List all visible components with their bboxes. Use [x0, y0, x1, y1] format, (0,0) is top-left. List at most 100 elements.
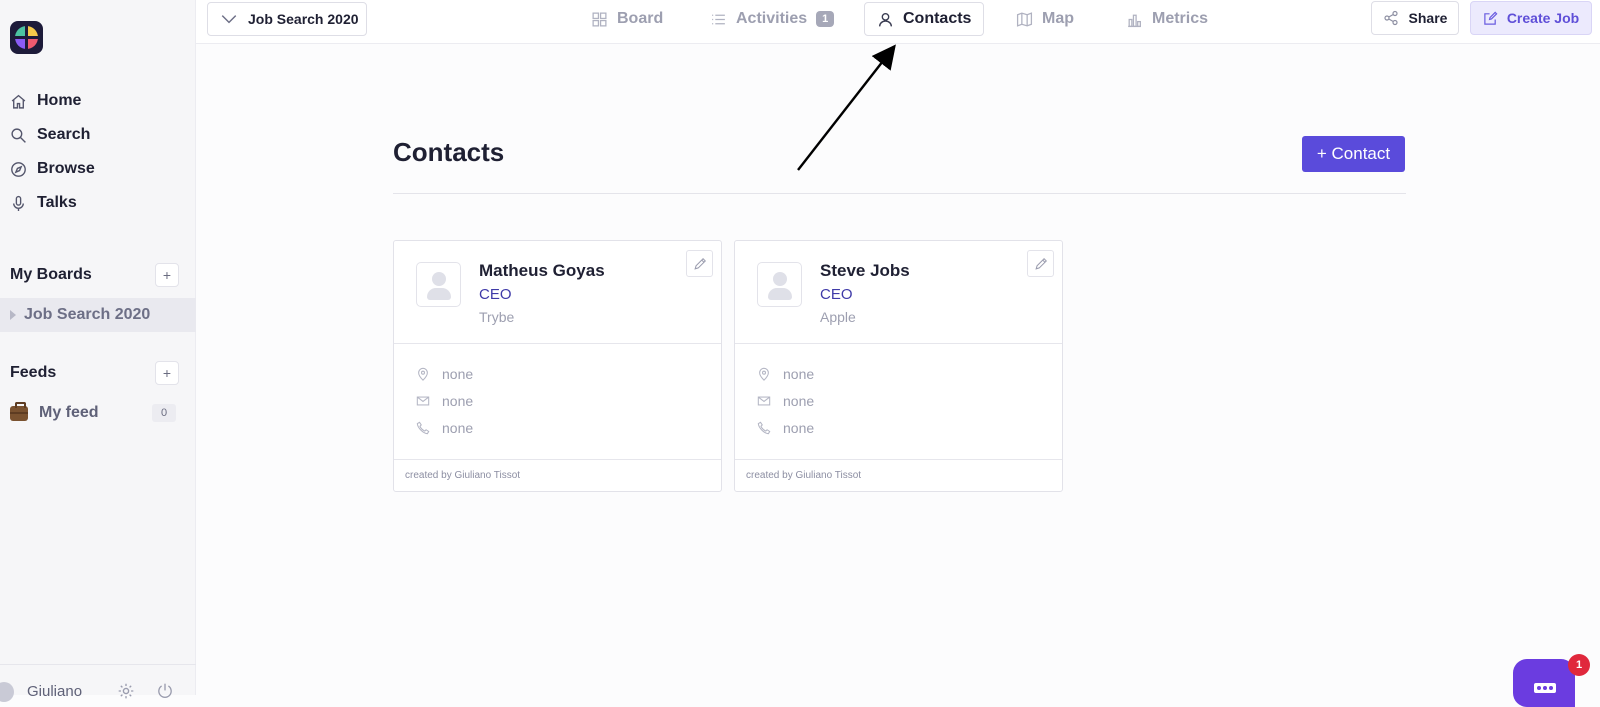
contact-phone-row: none — [757, 420, 814, 436]
contact-role: CEO — [479, 286, 512, 303]
nav-browse-label: Browse — [37, 160, 95, 177]
share-button[interactable]: Share — [1371, 1, 1459, 35]
user-name[interactable]: Giuliano — [27, 683, 82, 700]
microphone-icon — [13, 195, 24, 211]
page-title: Contacts — [393, 137, 505, 167]
feed-label: My feed — [39, 404, 99, 421]
phone-icon — [757, 421, 771, 435]
search-icon — [11, 127, 26, 143]
chat-notification-badge: 1 — [1568, 654, 1590, 676]
contact-email: none — [442, 393, 474, 409]
share-label: Share — [1408, 10, 1448, 26]
mail-icon — [757, 396, 771, 406]
tab-activities-label: Activities — [736, 10, 808, 27]
tab-map-label: Map — [1042, 10, 1074, 27]
contact-avatar — [757, 262, 802, 307]
caret-right-icon — [10, 310, 16, 320]
tab-contacts-label: Contacts — [903, 10, 972, 27]
edit-contact-button[interactable] — [1027, 250, 1054, 277]
contact-card-header: Steve Jobs CEO Apple — [735, 241, 1062, 344]
contact-card[interactable]: Steve Jobs CEO Apple none none none crea… — [734, 240, 1063, 492]
contact-email-row: none — [757, 393, 814, 409]
activities-count-badge: 1 — [816, 11, 835, 27]
contact-email-row: none — [416, 393, 473, 409]
home-icon — [11, 94, 26, 109]
avatar[interactable] — [0, 682, 14, 702]
app-logo[interactable] — [10, 21, 43, 54]
contact-location-row: none — [757, 366, 814, 382]
contact-location: none — [442, 366, 474, 382]
tab-contacts[interactable]: Contacts — [864, 2, 985, 36]
contact-company: Trybe — [479, 309, 515, 325]
location-pin-icon — [418, 367, 428, 381]
contact-card[interactable]: Matheus Goyas CEO Trybe none none none c… — [393, 240, 722, 492]
grid-icon — [592, 11, 607, 27]
tab-board[interactable]: Board — [591, 2, 663, 36]
contact-location-row: none — [416, 366, 473, 382]
phone-icon — [416, 421, 430, 435]
user-footer: Giuliano — [0, 664, 196, 702]
board-select-dropdown[interactable]: Job Search 2020 — [207, 2, 367, 36]
create-job-label: Create Job — [1506, 10, 1580, 26]
sidebar: Home Search Browse Talks My Boards + Job… — [0, 0, 196, 702]
nav-talks[interactable]: Talks — [10, 191, 77, 215]
tab-map[interactable]: Map — [1016, 2, 1074, 36]
tab-metrics[interactable]: Metrics — [1126, 2, 1208, 36]
nav-search[interactable]: Search — [10, 123, 90, 147]
contact-phone: none — [783, 420, 815, 436]
sidebar-feed-my-feed[interactable]: My feed 0 — [10, 401, 176, 425]
pencil-icon — [694, 258, 706, 270]
header-divider — [393, 193, 1406, 194]
feed-count-badge: 0 — [152, 404, 176, 422]
contact-location: none — [783, 366, 815, 382]
contact-phone: none — [442, 420, 474, 436]
edit-icon — [1484, 11, 1498, 25]
nav-browse[interactable]: Browse — [10, 157, 95, 181]
gear-icon[interactable] — [117, 682, 135, 700]
contact-role: CEO — [820, 286, 853, 303]
contact-company: Apple — [820, 309, 856, 325]
briefcase-icon — [10, 401, 28, 421]
pencil-icon — [1035, 258, 1047, 270]
location-pin-icon — [759, 367, 769, 381]
add-feed-button[interactable]: + — [155, 361, 179, 385]
nav-home-label: Home — [37, 92, 82, 109]
contact-created-by: created by Giuliano Tissot — [405, 470, 521, 481]
nav-talks-label: Talks — [37, 194, 77, 211]
contact-created-by: created by Giuliano Tissot — [746, 470, 862, 481]
list-icon — [712, 14, 725, 24]
topbar: Job Search 2020 Board Activities 1 Conta… — [196, 0, 1600, 44]
contact-avatar — [416, 262, 461, 307]
contact-card-header: Matheus Goyas CEO Trybe — [394, 241, 721, 344]
contact-card-details: none none none — [735, 344, 1062, 460]
compass-icon — [11, 161, 26, 177]
contact-card-details: none none none — [394, 344, 721, 460]
contact-phone-row: none — [416, 420, 473, 436]
sidebar-board-job-search-2020[interactable]: Job Search 2020 — [0, 298, 196, 332]
chat-icon — [1534, 683, 1556, 693]
annotation-arrow — [797, 44, 896, 171]
tab-metrics-label: Metrics — [1152, 10, 1209, 27]
edit-contact-button[interactable] — [686, 250, 713, 277]
board-select-label: Job Search 2020 — [248, 11, 359, 27]
chevron-down-icon — [221, 15, 237, 24]
board-label: Job Search 2020 — [24, 306, 151, 323]
add-board-button[interactable]: + — [155, 263, 179, 287]
add-contact-button[interactable]: + Contact — [1302, 136, 1405, 172]
tab-board-label: Board — [617, 10, 664, 27]
power-icon[interactable] — [156, 682, 174, 700]
tab-activities[interactable]: Activities 1 — [710, 2, 835, 36]
create-job-button[interactable]: Create Job — [1470, 1, 1592, 35]
contacts-icon — [878, 12, 893, 26]
contact-name: Steve Jobs — [820, 261, 910, 280]
bar-chart-icon — [1128, 14, 1141, 27]
contact-name: Matheus Goyas — [479, 261, 605, 280]
my-boards-title: My Boards — [10, 266, 92, 283]
map-icon — [1016, 11, 1033, 27]
feeds-title: Feeds — [10, 364, 57, 381]
mail-icon — [416, 396, 430, 406]
nav-home[interactable]: Home — [10, 89, 81, 113]
contact-email: none — [783, 393, 815, 409]
share-icon — [1383, 10, 1398, 26]
chat-widget-button[interactable] — [1513, 659, 1575, 707]
